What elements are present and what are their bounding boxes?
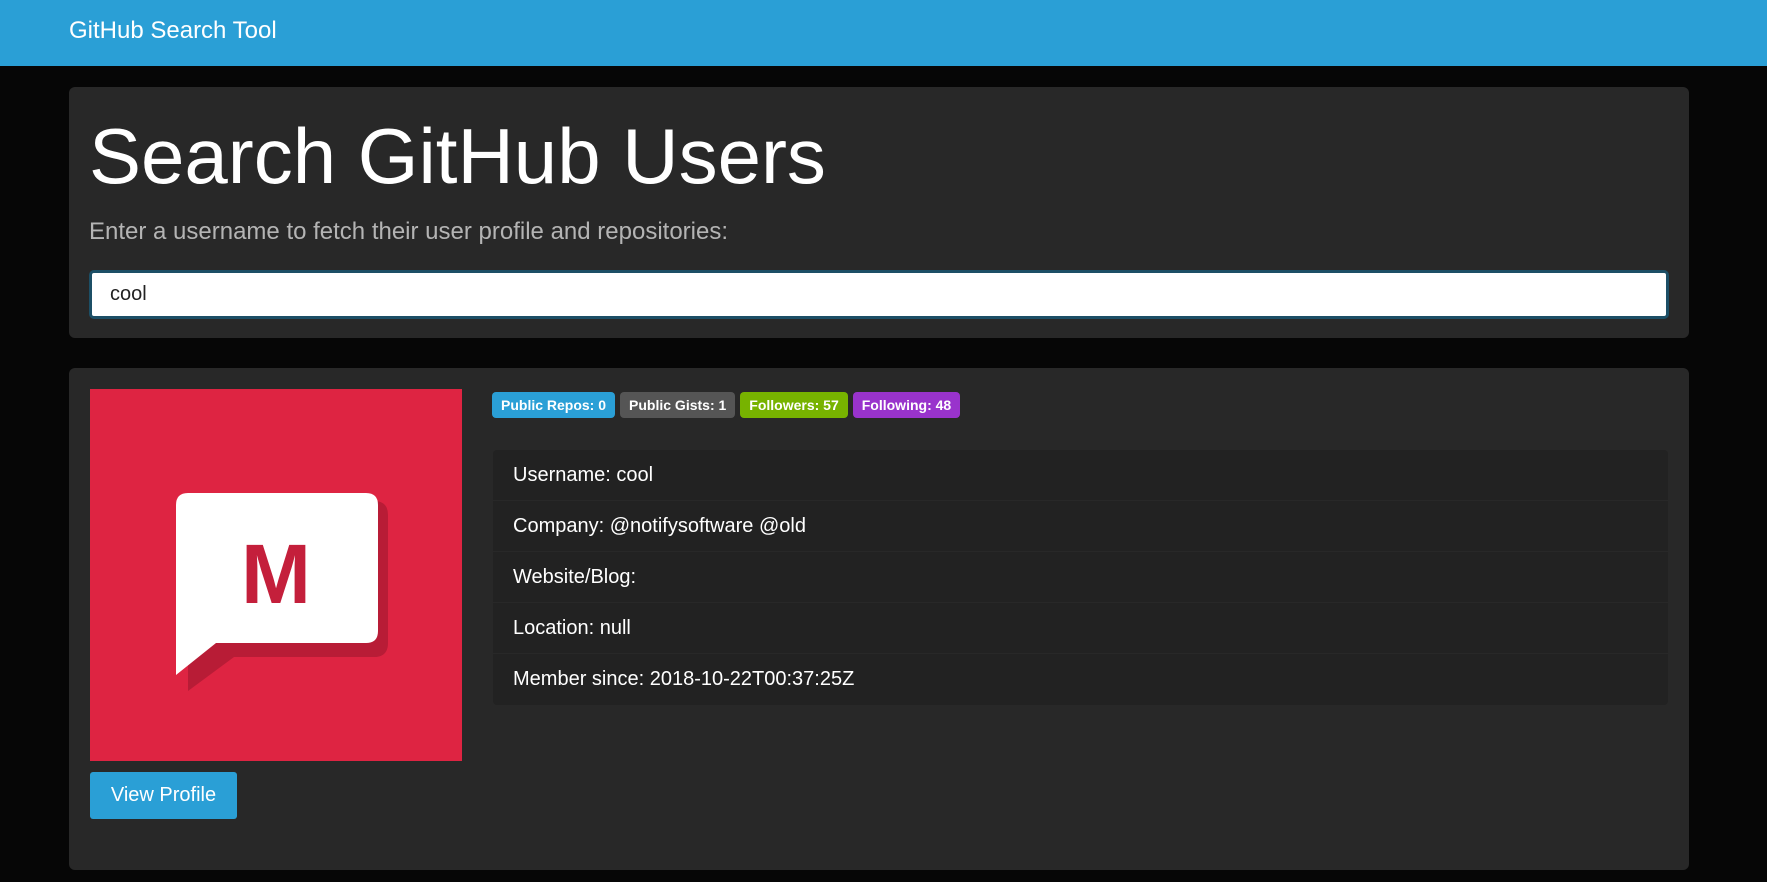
navbar: GitHub Search Tool [0,0,1767,66]
avatar: M [90,389,462,761]
avatar-letter: M [241,527,311,621]
search-panel: Search GitHub Users Enter a username to … [69,87,1689,338]
followers-badge: Followers: 57 [740,392,848,418]
following-badge: Following: 48 [852,392,961,418]
company-item: Company: @notifysoftware @old [493,501,1668,552]
view-profile-button[interactable]: View Profile [90,772,237,819]
public-repos-badge: Public Repos: 0 [492,392,616,418]
search-instructions: Enter a username to fetch their user pro… [89,218,728,245]
navbar-brand[interactable]: GitHub Search Tool [69,17,277,45]
public-gists-badge: Public Gists: 1 [620,392,736,418]
username-item: Username: cool [493,450,1668,501]
page-title: Search GitHub Users [89,112,826,200]
profile-panel: M View Profile Public Repos: 0 Public Gi… [69,368,1689,870]
user-info-list: Username: cool Company: @notifysoftware … [493,450,1668,705]
location-item: Location: null [493,603,1668,654]
search-input[interactable] [89,270,1669,319]
member-since-item: Member since: 2018-10-22T00:37:25Z [493,654,1668,705]
website-item: Website/Blog: [493,552,1668,603]
avatar-image: M [176,493,388,691]
stats-badges: Public Repos: 0 Public Gists: 1 Follower… [492,392,961,418]
